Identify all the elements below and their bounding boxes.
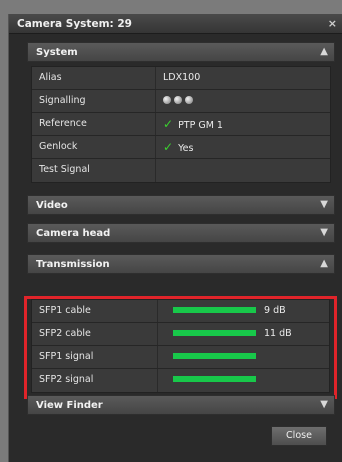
section-header-camera-head[interactable]: Camera head ▼ (27, 223, 335, 243)
collapse-arrow-icon[interactable]: ▲ (320, 46, 328, 57)
collapse-arrow-icon[interactable]: ▲ (320, 258, 328, 269)
row-alias: Alias LDX100 (32, 67, 330, 90)
section-label-camera-head: Camera head (36, 228, 111, 239)
dialog-titlebar: Camera System: 29 × (9, 14, 342, 34)
section-header-view-finder[interactable]: View Finder ▼ (27, 395, 335, 415)
expand-arrow-icon[interactable]: ▼ (320, 227, 328, 238)
row-reference: Reference ✓ PTP GM 1 (32, 113, 330, 136)
section-header-transmission[interactable]: Transmission ▲ (27, 254, 335, 274)
expand-arrow-icon[interactable]: ▼ (320, 199, 328, 210)
dot-icon (185, 95, 193, 104)
section-label-transmission: Transmission (36, 259, 110, 270)
section-header-system[interactable]: System ▲ (27, 42, 335, 62)
genlock-value-wrap: ✓ Yes (163, 136, 193, 158)
row-key: Test Signal (32, 159, 156, 182)
genlock-value: Yes (178, 143, 194, 154)
dot-icon (163, 95, 171, 104)
camera-system-dialog: Camera System: 29 × System ▲ Alias LDX10… (8, 14, 342, 462)
reference-value-wrap: ✓ PTP GM 1 (163, 113, 223, 135)
row-key: Genlock (32, 136, 156, 158)
dialog-title: Camera System: 29 (17, 18, 132, 30)
row-key: Signalling (32, 90, 156, 112)
system-table: Alias LDX100 Signalling Reference ✓ PTP G… (31, 66, 331, 183)
section-label-system: System (36, 47, 78, 58)
check-icon: ✓ (163, 117, 174, 131)
row-signalling: Signalling (32, 90, 330, 113)
signalling-indicators (163, 90, 196, 112)
row-key: Alias (32, 67, 156, 89)
dot-icon (174, 95, 182, 104)
expand-arrow-icon[interactable]: ▼ (320, 399, 328, 410)
reference-value: PTP GM 1 (178, 120, 223, 131)
section-header-video[interactable]: Video ▼ (27, 195, 335, 215)
section-label-view-finder: View Finder (36, 400, 103, 411)
alias-value: LDX100 (163, 72, 201, 83)
close-button[interactable]: Close (271, 426, 327, 446)
section-label-video: Video (36, 200, 68, 211)
close-icon[interactable]: × (328, 17, 337, 30)
row-test-signal: Test Signal (32, 159, 330, 182)
row-genlock: Genlock ✓ Yes (32, 136, 330, 159)
highlight-box (24, 296, 337, 399)
check-icon: ✓ (163, 140, 174, 154)
row-key: Reference (32, 113, 156, 135)
